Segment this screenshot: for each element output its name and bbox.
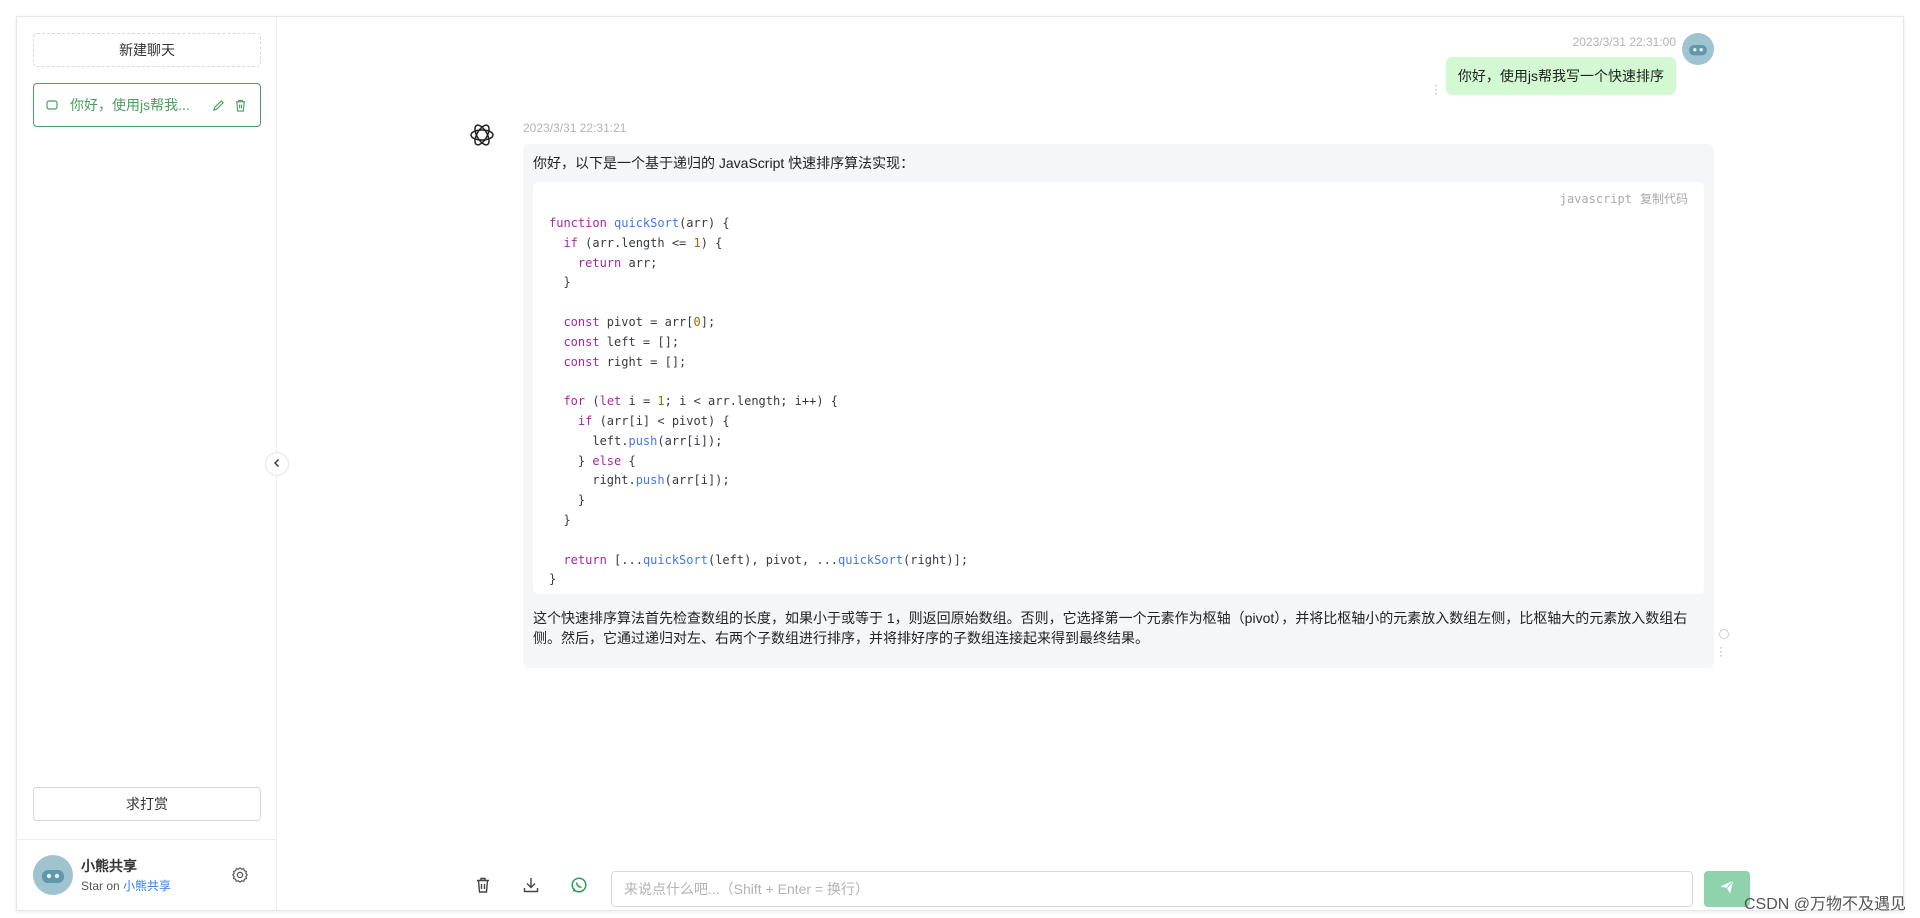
github-link[interactable]: 小熊共享 <box>123 879 171 893</box>
message-input[interactable] <box>611 871 1693 907</box>
history-item[interactable]: 你好，使用js帮我... <box>33 83 261 127</box>
user-profile: 小熊共享 Star on 小熊共享 <box>17 839 276 911</box>
user-name: 小熊共享 <box>81 858 137 874</box>
code-block: javascript 复制代码 function quickSort(arr) {… <box>533 182 1704 594</box>
whatsapp-icon[interactable] <box>569 875 589 895</box>
delete-icon[interactable] <box>234 98 248 112</box>
sidebar: 新建聊天 你好，使用js帮我... 求打赏 小熊共享 Star on 小熊共享 <box>17 17 277 910</box>
code-language-label: javascript <box>1559 192 1632 206</box>
avatar <box>33 855 73 895</box>
openai-logo-icon <box>467 120 497 150</box>
user-avatar <box>1682 33 1714 65</box>
app-window: 新建聊天 你好，使用js帮我... 求打赏 小熊共享 Star on 小熊共享 <box>16 16 1904 911</box>
assistant-message-bubble: 你好，以下是一个基于递归的 JavaScript 快速排序算法实现： javas… <box>523 144 1714 668</box>
reward-button[interactable]: 求打赏 <box>33 787 261 821</box>
assistant-intro-text: 你好，以下是一个基于递归的 JavaScript 快速排序算法实现： <box>533 155 915 171</box>
composer-bar <box>277 857 1904 913</box>
assistant-message-actions[interactable]: · · · <box>1719 629 1733 661</box>
more-options-icon[interactable]: · · · <box>1719 641 1733 661</box>
code-header: javascript 复制代码 <box>1560 190 1688 207</box>
assistant-outro-text: 这个快速排序算法首先检查数组的长度，如果小于或等于 1，则返回原始数组。否则，它… <box>533 610 1688 646</box>
clear-chat-trash-icon[interactable] <box>473 875 493 895</box>
assistant-message-time: 2023/3/31 22:31:21 <box>523 121 627 135</box>
settings-gear-icon[interactable] <box>231 866 249 884</box>
history-item-label: 你好，使用js帮我... <box>70 97 190 113</box>
new-chat-button[interactable]: 新建聊天 <box>33 33 261 67</box>
user-subtitle: Star on 小熊共享 <box>81 877 171 894</box>
download-icon[interactable] <box>521 875 541 895</box>
watermark: CSDN @万物不及遇见 <box>1743 896 1906 913</box>
edit-icon[interactable] <box>212 98 226 112</box>
code-content: function quickSort(arr) { if (arr.length… <box>549 216 969 587</box>
chat-bubble-icon <box>46 98 60 112</box>
loading-circle-icon <box>1719 629 1729 639</box>
more-options-icon[interactable]: · · · <box>1434 79 1438 99</box>
send-paper-plane-icon <box>1719 879 1735 900</box>
copy-code-button[interactable]: 复制代码 <box>1640 192 1688 206</box>
chat-area: 2023/3/31 22:31:00 你好，使用js帮我写一个快速排序 · · · … <box>277 17 1904 910</box>
user-message-time: 2023/3/31 22:31:00 <box>1572 35 1676 49</box>
user-message-bubble: 你好，使用js帮我写一个快速排序 <box>1445 57 1676 95</box>
user-subtitle-prefix: Star on <box>81 879 124 893</box>
